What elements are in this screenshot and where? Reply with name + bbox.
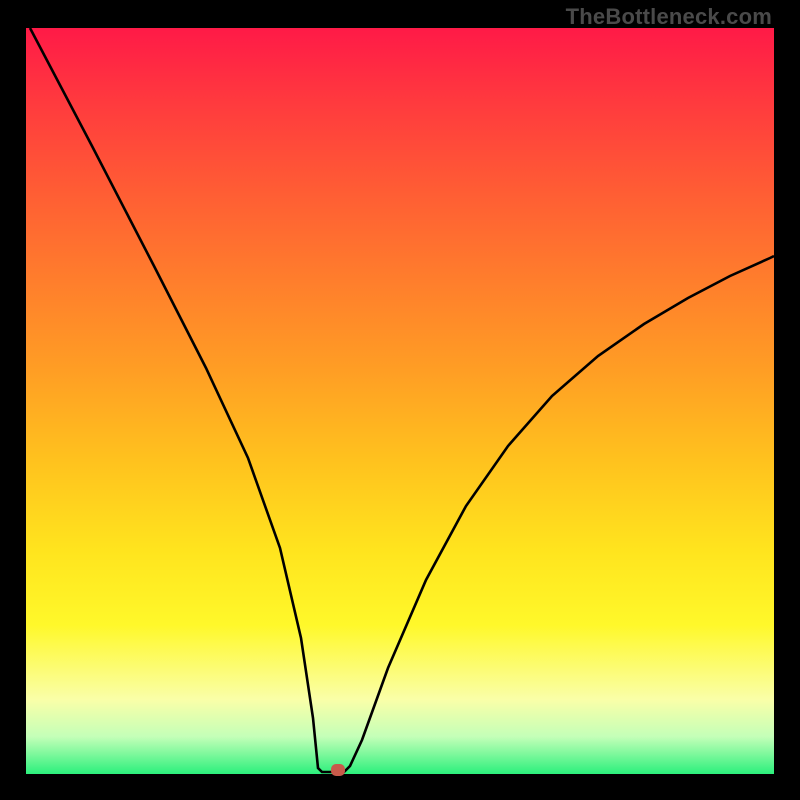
optimum-marker [331, 764, 345, 776]
watermark-text: TheBottleneck.com [566, 4, 772, 30]
bottleneck-curve [30, 28, 774, 772]
curve-svg [26, 28, 774, 774]
chart-frame: TheBottleneck.com [0, 0, 800, 800]
plot-area [26, 28, 774, 774]
